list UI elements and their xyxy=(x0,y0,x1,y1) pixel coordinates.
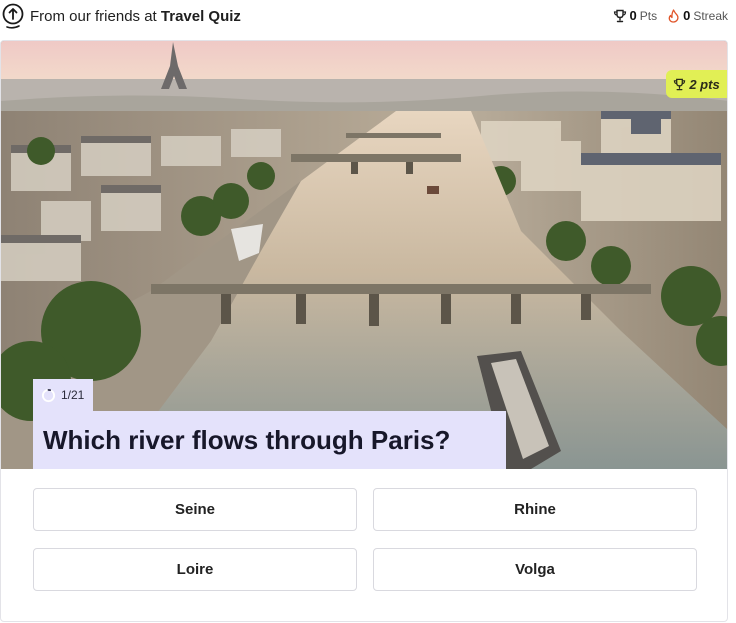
points-badge-label: 2 pts xyxy=(689,76,720,92)
trophy-icon xyxy=(613,9,626,22)
points-value: 0 xyxy=(629,8,637,23)
flame-icon xyxy=(668,8,679,23)
answer-option-2[interactable]: Rhine xyxy=(373,488,697,531)
points-label: Pts xyxy=(639,8,658,23)
question-text: Which river flows through Paris? xyxy=(43,424,451,455)
points-stat: 0 Pts xyxy=(613,8,658,23)
question-counter: 1/21 xyxy=(33,379,93,411)
header: From our friends at Travel Quiz 0 Pts 0 … xyxy=(0,0,736,34)
progress-ring-icon xyxy=(41,388,56,402)
points-badge: 2 pts xyxy=(666,70,727,98)
brand-name[interactable]: Travel Quiz xyxy=(161,8,241,25)
quiz-card: 2 pts 1/21 Which river flows through Par… xyxy=(0,40,728,622)
answer-option-4[interactable]: Volga xyxy=(373,548,697,591)
logo-icon[interactable] xyxy=(2,2,24,30)
answer-option-3[interactable]: Loire xyxy=(33,548,357,591)
question-box: Which river flows through Paris? xyxy=(33,411,506,469)
trophy-icon xyxy=(674,78,686,90)
stats: 0 Pts 0 Streak xyxy=(613,8,728,23)
streak-value: 0 xyxy=(683,8,691,23)
question-counter-label: 1/21 xyxy=(61,388,85,402)
answer-option-1[interactable]: Seine xyxy=(33,488,357,531)
brand-prefix: From our friends at xyxy=(30,8,161,25)
question-photo xyxy=(1,41,727,469)
streak-label: Streak xyxy=(693,8,728,23)
streak-stat: 0 Streak xyxy=(667,8,728,23)
brand-attribution: From our friends at Travel Quiz xyxy=(30,8,241,25)
